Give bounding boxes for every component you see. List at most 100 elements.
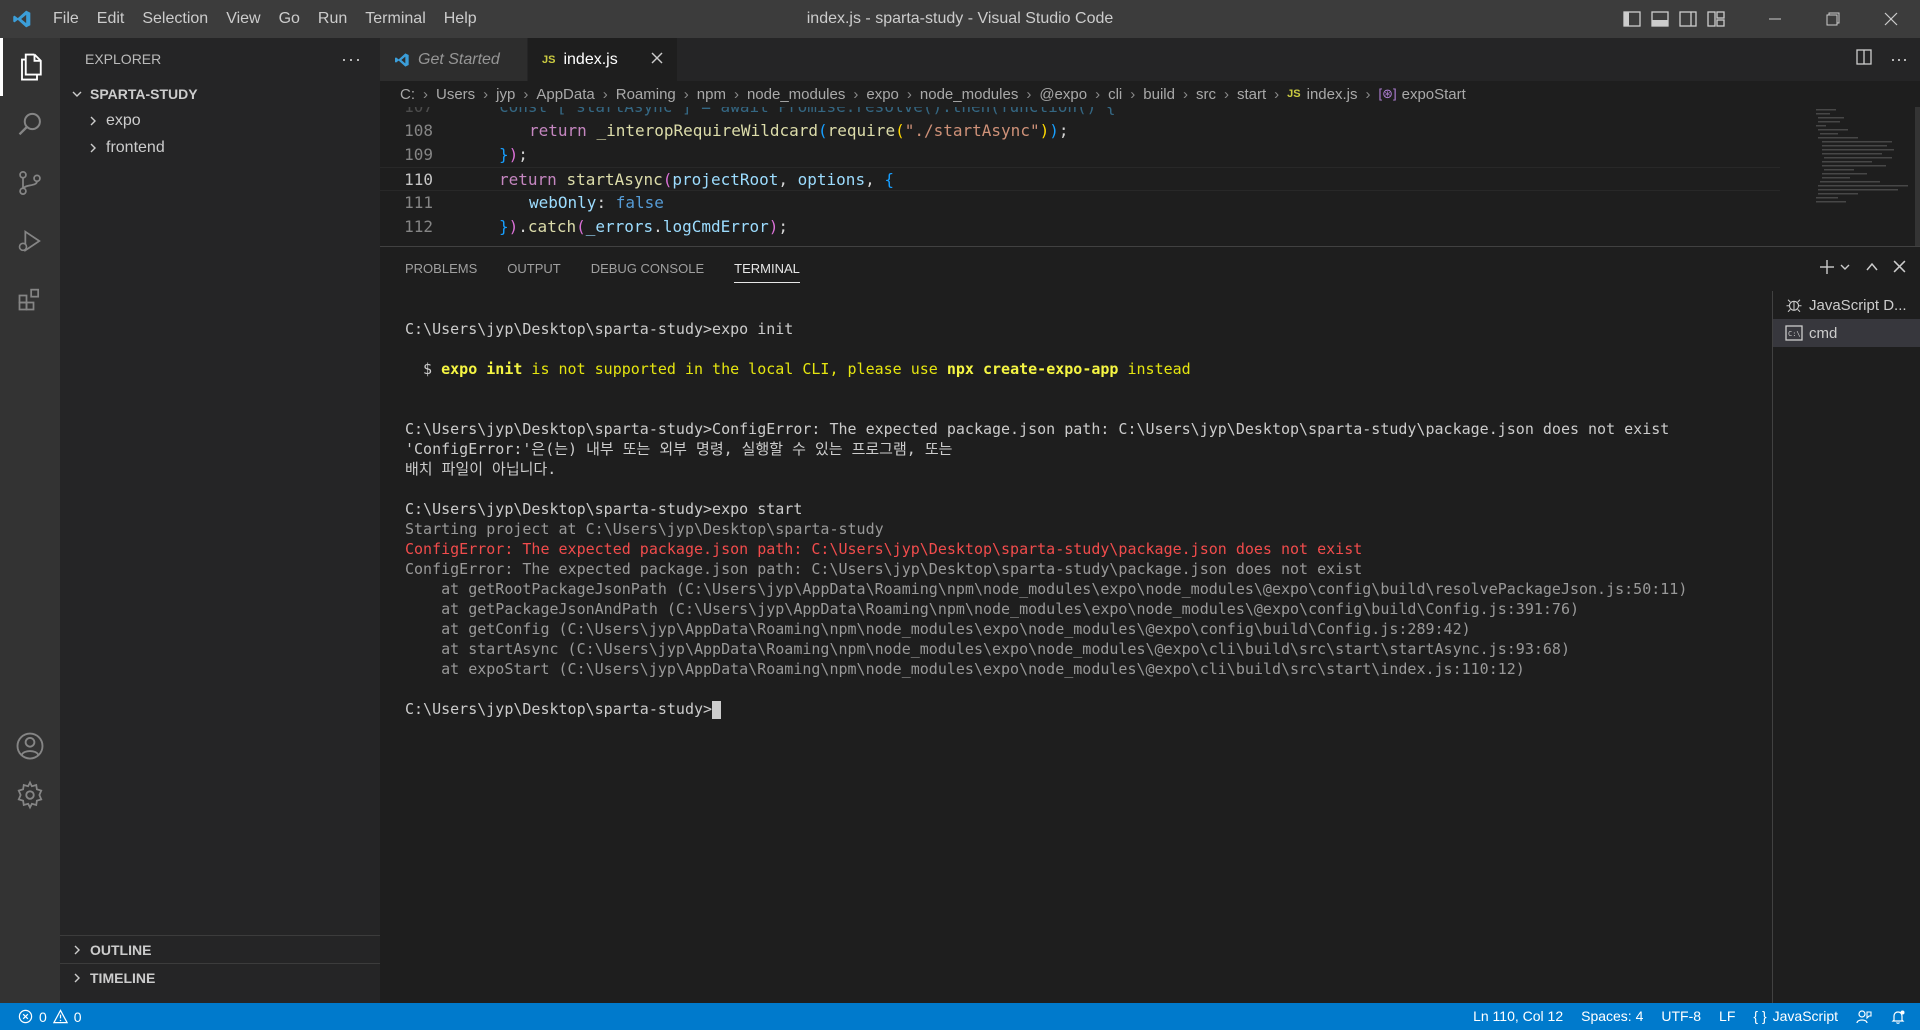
problems-status[interactable]: 0 0 (0, 1009, 82, 1025)
menu-help[interactable]: Help (435, 0, 486, 38)
minimap[interactable] (1800, 107, 1920, 246)
source-control-icon[interactable] (0, 154, 60, 212)
explorer-icon[interactable] (0, 38, 60, 96)
more-actions-icon[interactable]: ··· (1890, 49, 1908, 70)
tab-get-started[interactable]: Get Started (380, 38, 528, 81)
restore-icon[interactable] (1804, 0, 1862, 38)
explorer-title: EXPLORER (85, 51, 162, 67)
close-icon[interactable] (651, 51, 663, 69)
breadcrumb-item[interactable]: build (1143, 86, 1175, 103)
breadcrumb-item[interactable]: npm (697, 86, 726, 103)
close-window-icon[interactable] (1862, 0, 1920, 38)
vscode-logo-icon (394, 52, 410, 68)
menu-file[interactable]: File (44, 0, 88, 38)
eol-status[interactable]: LF (1710, 1003, 1744, 1030)
run-debug-icon[interactable] (0, 212, 60, 270)
minimize-icon[interactable] (1746, 0, 1804, 38)
terminal-entry-cmd[interactable]: C:\ cmd (1773, 319, 1920, 347)
title-bar: File Edit Selection View Go Run Terminal… (0, 0, 1920, 38)
chevron-down-icon (68, 88, 86, 100)
breadcrumb-item[interactable]: index.js (1307, 86, 1358, 103)
more-actions-icon[interactable]: ··· (341, 49, 362, 70)
toggle-primary-sidebar-icon[interactable] (1618, 0, 1646, 38)
tab-label: Get Started (418, 50, 500, 68)
gear-icon[interactable] (0, 766, 60, 824)
toggle-secondary-sidebar-icon[interactable] (1674, 0, 1702, 38)
terminal-entry-label: JavaScript D... (1809, 296, 1907, 314)
split-editor-icon[interactable] (1856, 49, 1872, 70)
code-text: }).catch(_errors.logCmdError); (499, 217, 789, 236)
terminal-line: C:\Users\jyp\Desktop\sparta-study>Config… (405, 420, 1670, 438)
tab-index-js[interactable]: JS index.js (528, 38, 678, 81)
code-text: return startAsync(projectRoot, options, … (499, 170, 894, 189)
breadcrumb-item[interactable]: node_modules (747, 86, 845, 103)
feedback-icon[interactable] (1847, 1003, 1881, 1030)
workspace-folder[interactable]: SPARTA-STUDY (60, 80, 380, 107)
menu-edit[interactable]: Edit (88, 0, 134, 38)
braces-icon: { } (1753, 1008, 1767, 1024)
tree-item-frontend[interactable]: frontend (60, 134, 380, 161)
tree-item-expo[interactable]: expo (60, 107, 380, 134)
timeline-label: TIMELINE (90, 969, 156, 986)
code-line-current: 110 return startAsync(projectRoot, optio… (380, 167, 1780, 191)
code-editor[interactable]: 107 const [ startAsync ] = await Promise… (380, 107, 1780, 246)
terminal-line: ConfigError: The expected package.json p… (405, 560, 1363, 578)
breadcrumb-item[interactable]: C: (400, 86, 415, 103)
customize-layout-icon[interactable] (1702, 0, 1730, 38)
javascript-file-icon: JS (542, 53, 556, 66)
language-mode[interactable]: { } JavaScript (1744, 1003, 1847, 1030)
chevron-down-icon[interactable] (1839, 260, 1851, 278)
code-text: return _interopRequireWildcard(require("… (529, 121, 1069, 140)
new-terminal-icon[interactable] (1819, 259, 1835, 280)
menu-selection[interactable]: Selection (133, 0, 217, 38)
close-panel-icon[interactable] (1893, 260, 1906, 278)
terminal-icon: C:\ (1785, 325, 1803, 341)
breadcrumb-item[interactable]: @expo (1039, 86, 1087, 103)
terminal-cursor (712, 700, 722, 719)
terminal-entry-javascript-debug[interactable]: JavaScript D... (1773, 291, 1920, 319)
breadcrumb-item[interactable]: AppData (536, 86, 594, 103)
code-text: }); (499, 145, 528, 164)
maximize-panel-icon[interactable] (1865, 260, 1879, 279)
tab-problems[interactable]: PROBLEMS (405, 247, 477, 291)
menu-go[interactable]: Go (270, 0, 309, 38)
panel-tabs: PROBLEMS OUTPUT DEBUG CONSOLE TERMINAL (380, 247, 1920, 291)
activity-bar (0, 38, 60, 1003)
cursor-position[interactable]: Ln 110, Col 12 (1464, 1003, 1572, 1030)
stack-trace-line: at startAsync (C:\Users\jyp\AppData\Roam… (405, 640, 1570, 658)
breadcrumb-item[interactable]: expo (866, 86, 899, 103)
bottom-panel: PROBLEMS OUTPUT DEBUG CONSOLE TERMINAL C… (380, 246, 1920, 1004)
toggle-panel-icon[interactable] (1646, 0, 1674, 38)
outline-section[interactable]: OUTLINE (60, 935, 380, 963)
debug-icon (1785, 296, 1803, 314)
timeline-section[interactable]: TIMELINE (60, 963, 380, 991)
tab-output[interactable]: OUTPUT (507, 247, 560, 291)
tab-terminal[interactable]: TERMINAL (734, 247, 800, 291)
search-icon[interactable] (0, 96, 60, 154)
menu-run[interactable]: Run (309, 0, 356, 38)
terminal-line: 'ConfigError:'은(는) 내부 또는 외부 명령, 실행할 수 있는… (405, 440, 953, 458)
workspace-folder-label: SPARTA-STUDY (90, 85, 198, 102)
tab-debug-console[interactable]: DEBUG CONSOLE (591, 247, 704, 291)
encoding-status[interactable]: UTF-8 (1652, 1003, 1710, 1030)
terminal-line: $ expo init is not supported in the loca… (405, 360, 1191, 378)
line-number: 112 (404, 217, 433, 236)
breadcrumb-item[interactable]: start (1237, 86, 1266, 103)
terminal-output[interactable]: C:\Users\jyp\Desktop\sparta-study>expo i… (405, 319, 1725, 999)
line-number: 111 (404, 193, 433, 212)
indentation-status[interactable]: Spaces: 4 (1572, 1003, 1652, 1030)
breadcrumb-item[interactable]: expoStart (1402, 86, 1466, 103)
breadcrumb-item[interactable]: src (1196, 86, 1216, 103)
breadcrumb-item[interactable]: node_modules (920, 86, 1018, 103)
breadcrumb: C: › Users › jyp › AppData › Roaming › npm › n… (400, 85, 1466, 103)
code-line: 109 }); (380, 143, 1780, 167)
chevron-right-icon (84, 115, 102, 127)
breadcrumb-item[interactable]: cli (1108, 86, 1122, 103)
menu-terminal[interactable]: Terminal (356, 0, 434, 38)
menu-view[interactable]: View (217, 0, 269, 38)
breadcrumb-item[interactable]: Roaming (616, 86, 676, 103)
breadcrumb-item[interactable]: Users (436, 86, 475, 103)
notifications-bell-icon[interactable] (1881, 1003, 1920, 1030)
extensions-icon[interactable] (0, 270, 60, 328)
breadcrumb-item[interactable]: jyp (496, 86, 515, 103)
